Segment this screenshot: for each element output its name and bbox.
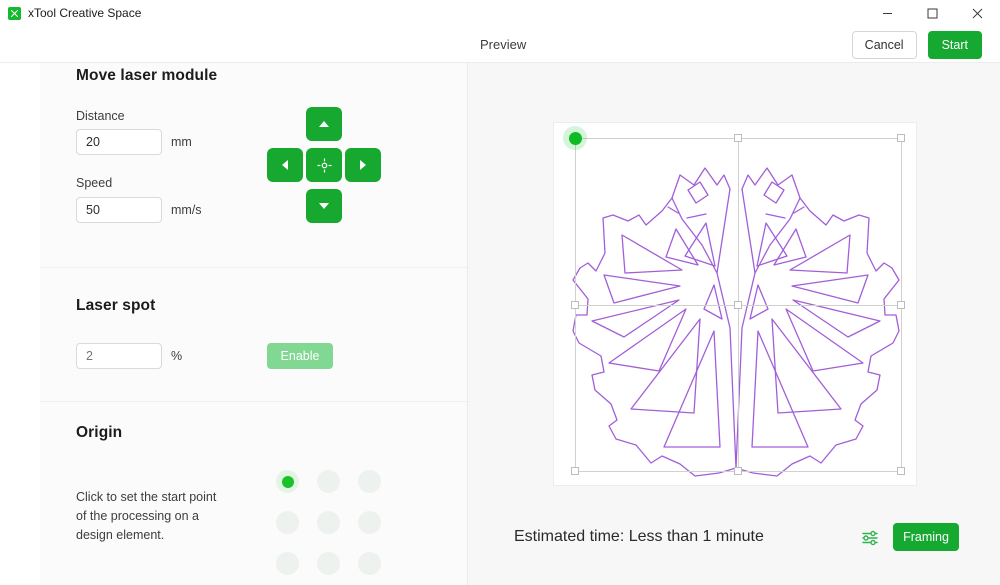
title-bar: xTool Creative Space: [0, 0, 1000, 26]
origin-description: Click to set the start point of the proc…: [76, 490, 217, 542]
origin-top-center[interactable]: [308, 461, 349, 502]
origin-dot-icon: [358, 511, 381, 534]
speed-input[interactable]: [76, 197, 162, 223]
preview-panel: Estimated time: Less than 1 minute Frami…: [468, 63, 1000, 585]
origin-marker-icon[interactable]: [563, 126, 587, 150]
laser-spot-input[interactable]: [76, 343, 162, 369]
laser-spot-title: Laser spot: [76, 297, 156, 314]
crosshair-target-icon: [316, 157, 332, 173]
cancel-button[interactable]: Cancel: [851, 31, 917, 59]
resize-handle-middle-left[interactable]: [571, 301, 579, 309]
left-rail: [0, 63, 40, 585]
resize-handle-top-right[interactable]: [897, 134, 905, 142]
move-laser-module-card: Move laser module Distance mm Speed mm/s: [40, 63, 467, 267]
move-laser-module-title: Move laser module: [76, 67, 218, 84]
origin-dot-icon: [276, 552, 299, 575]
distance-unit: mm: [171, 135, 192, 149]
header-actions: Cancel Start: [851, 31, 982, 59]
xtool-logo-icon: [8, 6, 21, 20]
sliders-settings-icon[interactable]: [860, 528, 880, 553]
resize-handle-bottom-left[interactable]: [571, 467, 579, 475]
main-body: Move laser module Distance mm Speed mm/s: [0, 63, 1000, 585]
distance-row: mm: [76, 129, 192, 155]
laser-spot-row: %: [76, 343, 182, 369]
origin-dot-icon: [276, 470, 299, 493]
resize-handle-middle-center[interactable]: [734, 301, 742, 309]
origin-bottom-right[interactable]: [349, 543, 390, 584]
distance-label: Distance: [76, 109, 125, 123]
arrow-up-icon: [319, 121, 329, 127]
start-button[interactable]: Start: [927, 31, 982, 59]
framing-button[interactable]: Framing: [893, 523, 959, 551]
preview-canvas[interactable]: [553, 122, 917, 486]
origin-bottom-center[interactable]: [308, 543, 349, 584]
arrow-right-icon: [360, 160, 366, 170]
origin-title: Origin: [76, 424, 123, 441]
selection-bounding-box[interactable]: [563, 126, 905, 475]
origin-dot-icon: [358, 552, 381, 575]
origin-dot-icon: [317, 552, 340, 575]
settings-panel: Move laser module Distance mm Speed mm/s: [40, 63, 468, 585]
origin-dot-icon: [358, 470, 381, 493]
preview-header: Preview Cancel Start: [0, 26, 1000, 63]
resize-handle-bottom-right[interactable]: [897, 467, 905, 475]
origin-top-right[interactable]: [349, 461, 390, 502]
laser-spot-unit: %: [171, 349, 183, 363]
resize-handle-top-center[interactable]: [734, 134, 742, 142]
estimated-time-label: Estimated time: Less than 1 minute: [514, 528, 764, 545]
arrow-left-icon: [282, 160, 288, 170]
origin-top-left[interactable]: [267, 461, 308, 502]
resize-handle-bottom-center[interactable]: [734, 467, 742, 475]
speed-row: mm/s: [76, 197, 202, 223]
arrow-down-icon: [319, 203, 329, 209]
directional-pad: [267, 107, 381, 223]
speed-unit: mm/s: [171, 203, 202, 217]
laser-spot-card: Laser spot % Enable: [40, 267, 467, 401]
minimize-icon[interactable]: [865, 0, 910, 26]
move-home-button[interactable]: [306, 148, 342, 182]
distance-input[interactable]: [76, 129, 162, 155]
origin-card: Origin Click to set the start point of t…: [40, 401, 467, 585]
origin-middle-left[interactable]: [267, 502, 308, 543]
speed-label: Speed: [76, 176, 113, 190]
origin-bottom-left[interactable]: [267, 543, 308, 584]
move-right-button[interactable]: [345, 148, 381, 182]
title-bar-left: xTool Creative Space: [0, 6, 141, 20]
window-controls: [865, 0, 1000, 26]
move-up-button[interactable]: [306, 107, 342, 141]
page-title: Preview: [480, 37, 527, 52]
close-icon[interactable]: [955, 0, 1000, 26]
resize-handle-middle-right[interactable]: [897, 301, 905, 309]
enable-button[interactable]: Enable: [267, 343, 333, 369]
move-left-button[interactable]: [267, 148, 303, 182]
origin-dot-icon: [317, 511, 340, 534]
app-title: xTool Creative Space: [28, 6, 142, 20]
maximize-icon[interactable]: [910, 0, 955, 26]
origin-middle-right[interactable]: [349, 502, 390, 543]
move-down-button[interactable]: [306, 189, 342, 223]
origin-dot-icon: [317, 470, 340, 493]
origin-dot-icon: [276, 511, 299, 534]
origin-middle-center[interactable]: [308, 502, 349, 543]
origin-grid: [267, 461, 390, 584]
